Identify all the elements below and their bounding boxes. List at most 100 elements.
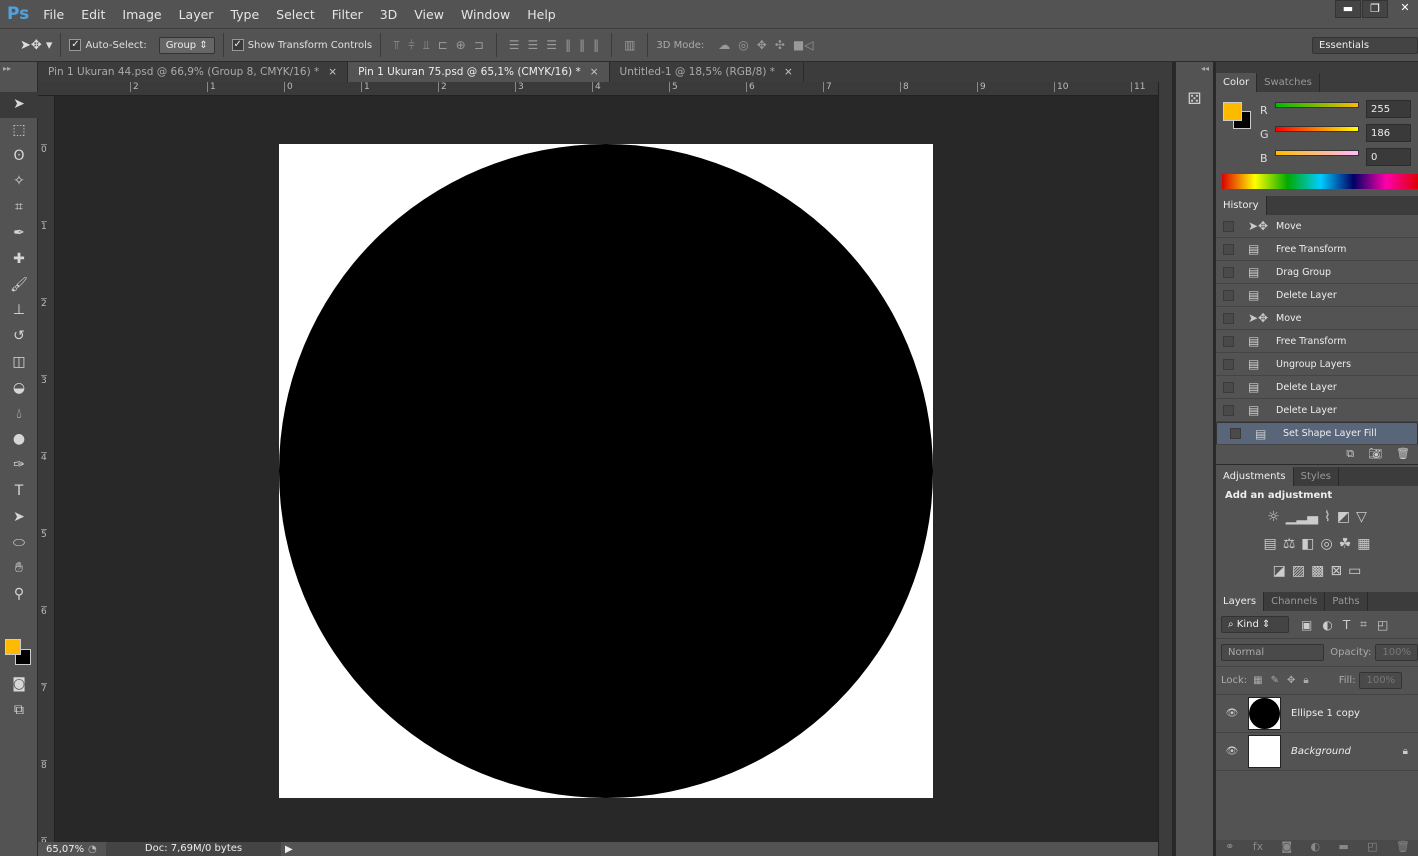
zoom-icon[interactable]: ⚲ (0, 582, 38, 608)
menu-filter[interactable]: Filter (332, 7, 363, 22)
color-panel-foreground-swatch[interactable] (1223, 102, 1242, 121)
menu-edit[interactable]: Edit (81, 7, 105, 22)
vibrance-icon[interactable]: ▽ (1356, 509, 1367, 525)
eyedropper-icon[interactable]: ✒ (0, 221, 38, 247)
align-bottom-icon[interactable]: ⫫ (423, 38, 430, 53)
color-balance-icon[interactable]: ⚖ (1283, 536, 1296, 552)
menu-select[interactable]: Select (276, 7, 315, 22)
tab-paths[interactable]: Paths (1325, 592, 1368, 611)
auto-align-icon[interactable]: ▥ (624, 38, 635, 52)
history-snapshot-checkbox[interactable] (1223, 404, 1234, 416)
black-white-icon[interactable]: ◧ (1301, 536, 1314, 552)
menu-help[interactable]: Help (527, 7, 556, 22)
history-item[interactable]: ▤ Free Transform (1216, 238, 1418, 261)
history-snapshot-checkbox[interactable] (1223, 220, 1234, 232)
distribute-top-icon[interactable]: ☰ (509, 38, 520, 52)
r-slider[interactable] (1275, 102, 1359, 108)
brightness-icon[interactable]: ☼ (1267, 509, 1280, 525)
link-layers-icon[interactable]: ⚭ (1225, 840, 1234, 856)
status-menu-arrow-icon[interactable]: ▶ (281, 844, 293, 855)
blend-mode-dropdown[interactable]: Normal (1221, 644, 1325, 661)
g-slider[interactable] (1275, 126, 1359, 132)
blur-icon[interactable]: 💧︎ (0, 402, 38, 428)
screen-mode-icon[interactable]: ⧉ (0, 698, 38, 724)
history-snapshot-checkbox[interactable] (1223, 312, 1234, 324)
zoom-level[interactable]: 65,07% (38, 844, 88, 855)
tab-layers[interactable]: Layers (1216, 592, 1265, 611)
dodge-icon[interactable]: ● (0, 427, 38, 453)
threshold-icon[interactable]: ▩ (1311, 563, 1324, 579)
history-brush-icon[interactable]: ↺ (0, 324, 38, 350)
eraser-icon[interactable]: ◫ (0, 350, 38, 376)
auto-select-dropdown[interactable]: Group ⇕ (158, 36, 215, 54)
clone-stamp-icon[interactable]: ⊥ (0, 298, 38, 324)
tab-adjustments[interactable]: Adjustments (1216, 467, 1294, 486)
hue-saturation-icon[interactable]: ▤ (1263, 536, 1276, 552)
opacity-field[interactable]: 100% (1375, 644, 1418, 661)
tab-color[interactable]: Color (1216, 73, 1258, 92)
photo-filter-icon[interactable]: ◎ (1321, 536, 1333, 552)
layer-name[interactable]: Background (1291, 746, 1351, 757)
tab-styles[interactable]: Styles (1294, 467, 1339, 486)
paint-bucket-icon[interactable]: ◒ (0, 376, 38, 402)
b-slider[interactable] (1275, 150, 1359, 156)
magic-wand-icon[interactable]: ✧ (0, 169, 38, 195)
history-snapshot-checkbox[interactable] (1223, 266, 1234, 278)
history-item[interactable]: ➤✥ Move (1216, 215, 1418, 238)
add-mask-icon[interactable]: ◙ (1281, 840, 1292, 856)
layer-background[interactable]: 👁︎ Background 🔒︎ (1216, 733, 1418, 771)
ellipse-icon[interactable]: ⬭ (0, 531, 38, 557)
menu-view[interactable]: View (414, 7, 444, 22)
workspace-switcher[interactable]: Essentials (1312, 36, 1418, 54)
new-document-from-state-icon[interactable]: ⧉ (1346, 447, 1354, 460)
history-item[interactable]: ▤ Free Transform (1216, 330, 1418, 353)
auto-select-checkbox[interactable]: ✓ (69, 39, 82, 51)
levels-icon[interactable]: ▁▂▄ (1286, 509, 1318, 525)
tab-history[interactable]: History (1216, 196, 1267, 215)
lock-transparent-icon[interactable]: ▦ (1253, 675, 1262, 686)
lock-pixels-icon[interactable]: ✎ (1271, 675, 1279, 686)
collapse-toolbox-icon[interactable]: ▸▸ (0, 62, 37, 92)
move-tool-preset-icon[interactable]: ➤✥ ▾ (20, 38, 52, 53)
trash-icon[interactable]: 🗑︎ (1396, 447, 1410, 460)
gradient-map-icon[interactable]: ▭ (1348, 563, 1361, 579)
black-ellipse-shape[interactable] (279, 144, 933, 798)
menu-3d[interactable]: 3D (380, 7, 398, 22)
lasso-icon[interactable]: ʘ (0, 144, 38, 170)
delete-layer-icon[interactable]: 🗑︎ (1396, 840, 1410, 856)
3d-panel-icon[interactable]: ⚄ (1176, 89, 1213, 108)
quick-mask-icon[interactable]: ◙ (0, 672, 38, 698)
3d-slide-icon[interactable]: ✣ (775, 38, 785, 52)
menu-image[interactable]: Image (122, 7, 161, 22)
brush-icon[interactable]: 🖌︎ (0, 273, 38, 299)
color-lookup-icon[interactable]: ▦ (1357, 536, 1370, 552)
tab-swatches[interactable]: Swatches (1257, 73, 1320, 92)
filter-type-icon[interactable]: T (1343, 618, 1350, 632)
align-hcenter-icon[interactable]: ⊕ (456, 38, 466, 52)
channel-mixer-icon[interactable]: ☘ (1339, 536, 1352, 552)
close-button[interactable]: ✕ (1392, 0, 1418, 18)
pen-icon[interactable]: ✑ (0, 453, 38, 479)
history-snapshot-checkbox[interactable] (1223, 289, 1234, 301)
align-right-icon[interactable]: ⊐ (474, 38, 484, 52)
r-value-field[interactable]: 255 (1366, 100, 1411, 118)
move-icon[interactable]: ➤ (0, 92, 38, 118)
posterize-icon[interactable]: ▨ (1292, 563, 1305, 579)
new-layer-icon[interactable]: ◰ (1367, 840, 1377, 856)
new-adjustment-layer-icon[interactable]: ◐ (1310, 840, 1320, 856)
path-selection-icon[interactable]: ➤ (0, 505, 38, 531)
layer-filter-kind-dropdown[interactable]: ⌕ Kind ⇕ (1221, 616, 1289, 633)
healing-brush-icon[interactable]: ✚ (0, 247, 38, 273)
history-item[interactable]: ▤ Delete Layer (1216, 376, 1418, 399)
align-top-icon[interactable]: ⫪ (393, 38, 400, 53)
show-transform-checkbox[interactable]: ✓ (231, 39, 244, 51)
distribute-hcenter-icon[interactable]: ‖ (579, 38, 585, 52)
collapse-panels-icon[interactable]: ◂◂ (1176, 62, 1213, 75)
3d-roll-icon[interactable]: ◎ (738, 38, 748, 52)
selective-color-icon[interactable]: ⊠ (1330, 563, 1342, 579)
new-group-icon[interactable]: ▬ (1338, 840, 1348, 856)
color-spectrum-ramp[interactable] (1222, 174, 1418, 189)
lock-position-icon[interactable]: ✥ (1287, 675, 1295, 686)
close-tab-icon[interactable]: × (784, 66, 793, 78)
history-item[interactable]: ▤ Drag Group (1216, 261, 1418, 284)
